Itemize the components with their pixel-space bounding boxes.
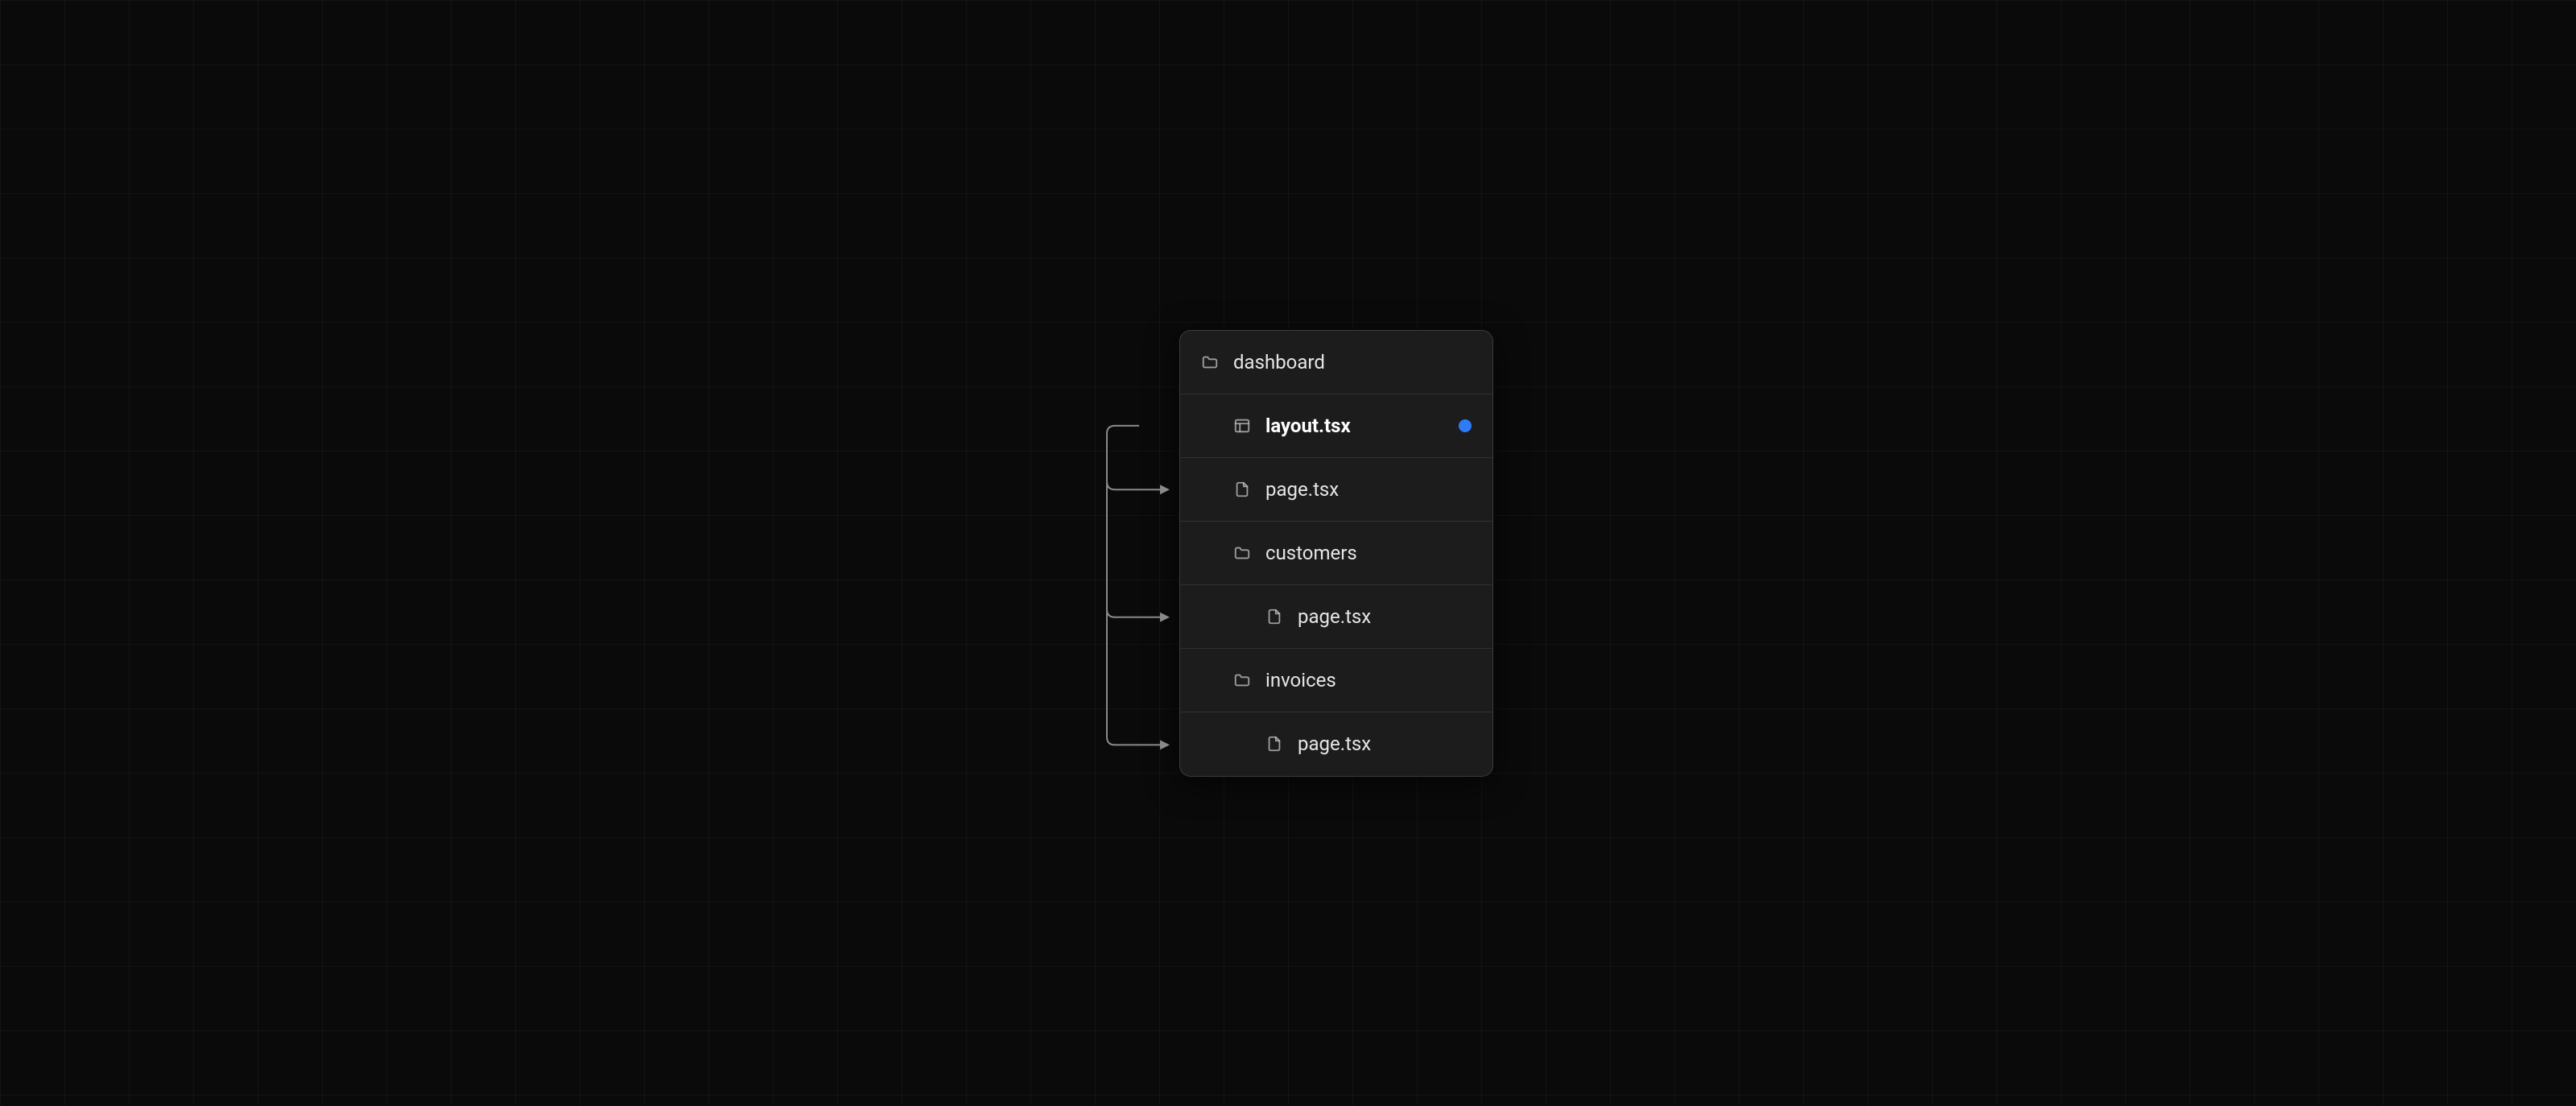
file-icon <box>1265 735 1283 753</box>
diagram-composition: dashboard layout.tsx page.tsx <box>1083 330 1493 777</box>
file-label: page.tsx <box>1298 605 1371 628</box>
layout-icon <box>1233 417 1251 435</box>
folder-icon <box>1233 544 1251 562</box>
folder-row-customers[interactable]: customers <box>1180 522 1492 585</box>
folder-label: invoices <box>1265 669 1336 691</box>
file-row-page-dashboard[interactable]: page.tsx <box>1180 458 1492 522</box>
file-tree-panel: dashboard layout.tsx page.tsx <box>1179 330 1493 777</box>
folder-icon <box>1233 671 1251 689</box>
layout-connectors <box>1083 330 1179 777</box>
file-row-layout[interactable]: layout.tsx <box>1180 394 1492 458</box>
file-label: page.tsx <box>1298 733 1371 755</box>
file-icon <box>1233 481 1251 498</box>
folder-icon <box>1201 353 1219 371</box>
file-row-page-customers[interactable]: page.tsx <box>1180 585 1492 649</box>
file-label: page.tsx <box>1265 478 1339 501</box>
file-label: layout.tsx <box>1265 415 1351 437</box>
file-row-page-invoices[interactable]: page.tsx <box>1180 712 1492 776</box>
folder-row-dashboard[interactable]: dashboard <box>1180 331 1492 394</box>
folder-row-invoices[interactable]: invoices <box>1180 649 1492 712</box>
folder-label: dashboard <box>1233 351 1325 373</box>
folder-label: customers <box>1265 542 1357 564</box>
active-dot-icon <box>1459 419 1472 432</box>
file-icon <box>1265 608 1283 625</box>
